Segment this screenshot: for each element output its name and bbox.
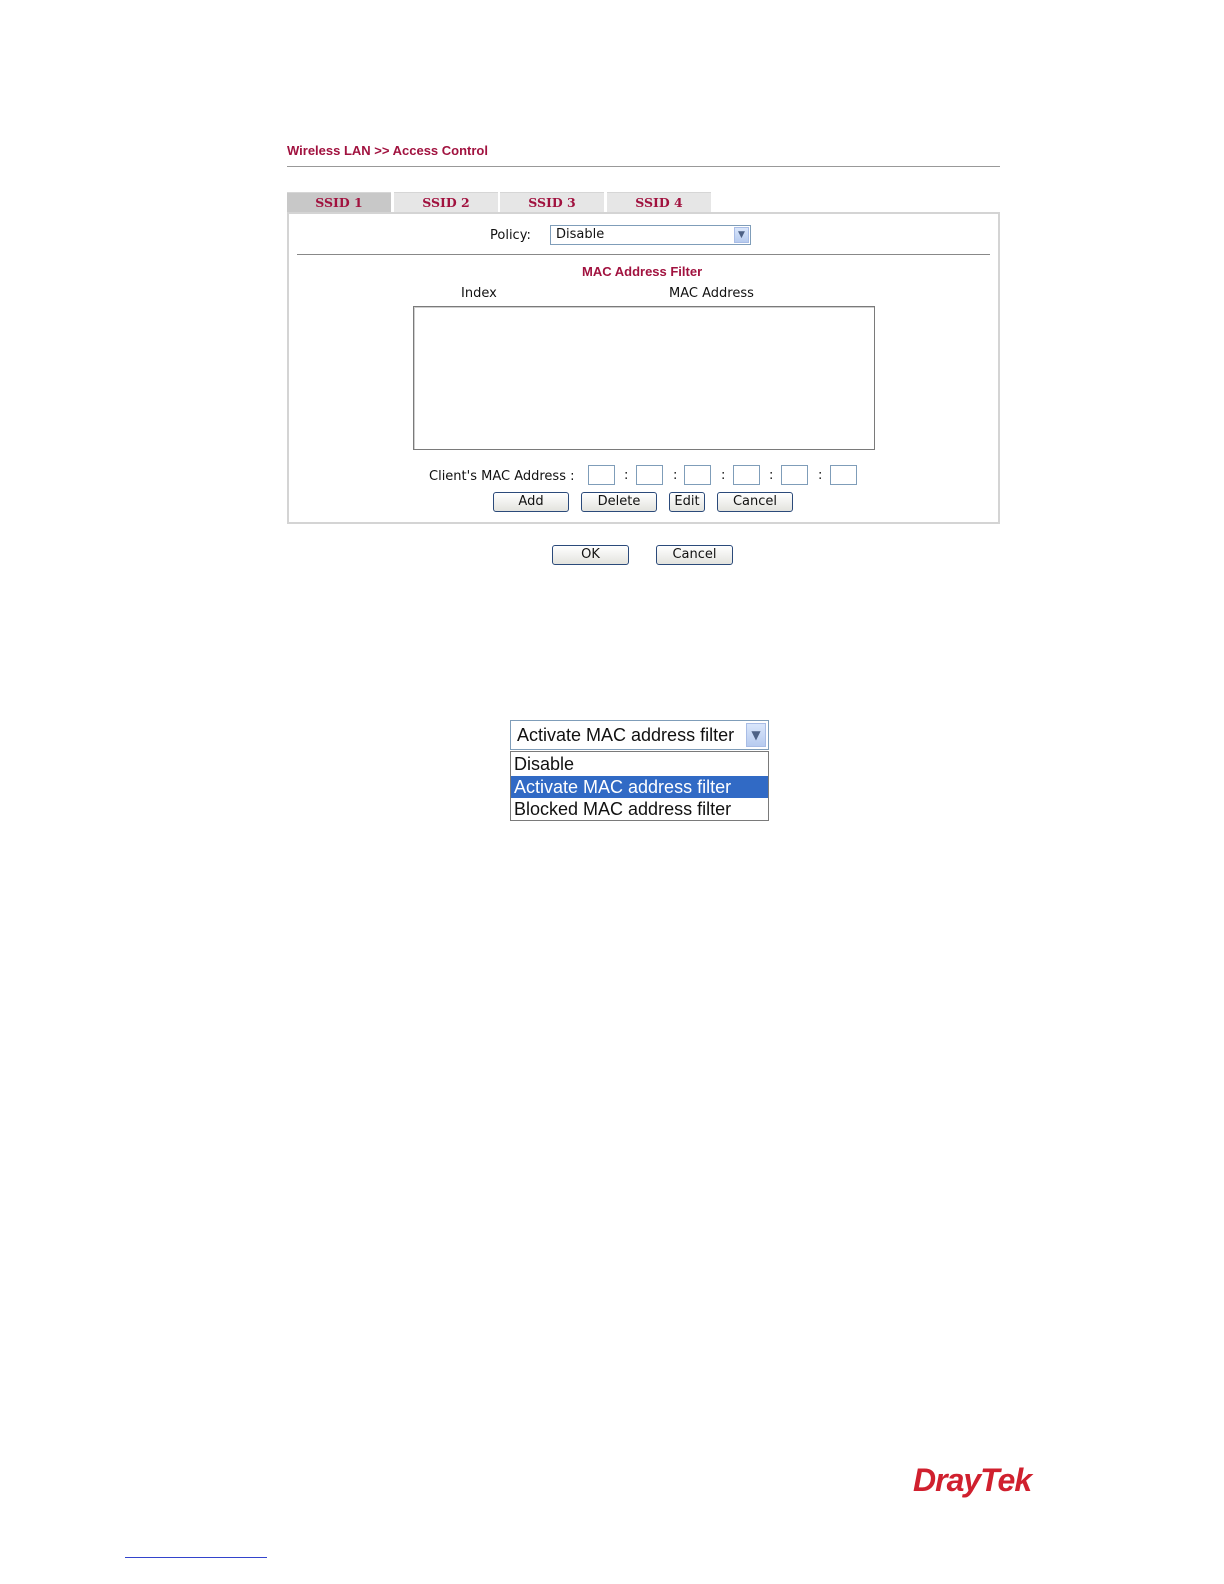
policy-dropdown-list: Disable Activate MAC address filter Bloc… — [510, 751, 769, 821]
mac-separator: : — [721, 468, 726, 483]
tab-ssid-2[interactable]: SSID 2 — [394, 192, 498, 212]
mac-address-column-header: MAC Address — [669, 286, 754, 301]
mac-separator: : — [624, 468, 629, 483]
chevron-down-icon[interactable]: ▼ — [734, 227, 749, 243]
tab-ssid-3[interactable]: SSID 3 — [500, 192, 604, 212]
option-disable[interactable]: Disable — [511, 753, 768, 775]
cancel-button[interactable]: Cancel — [717, 492, 793, 512]
option-activate-mac-filter[interactable]: Activate MAC address filter — [511, 776, 768, 798]
index-column-header: Index — [461, 286, 497, 301]
policy-label: Policy: — [490, 228, 531, 243]
edit-button[interactable]: Edit — [669, 492, 705, 512]
policy-dropdown[interactable]: Activate MAC address filter ▼ — [510, 720, 769, 750]
tab-ssid-4[interactable]: SSID 4 — [607, 192, 711, 212]
policy-select[interactable]: Disable ▼ — [550, 225, 751, 245]
title-divider — [287, 166, 1000, 167]
tab-ssid-1[interactable]: SSID 1 — [287, 192, 391, 212]
mac-separator: : — [818, 468, 823, 483]
mac-octet-5-input[interactable] — [781, 465, 808, 485]
mac-octet-2-input[interactable] — [636, 465, 663, 485]
policy-dropdown-value: Activate MAC address filter — [517, 725, 735, 745]
option-blocked-mac-filter[interactable]: Blocked MAC address filter — [511, 798, 768, 820]
mac-octet-1-input[interactable] — [588, 465, 615, 485]
mac-octet-6-input[interactable] — [830, 465, 857, 485]
mac-filter-title: MAC Address Filter — [582, 264, 703, 279]
mac-octet-4-input[interactable] — [733, 465, 760, 485]
delete-button[interactable]: Delete — [581, 492, 657, 512]
footer-rule — [125, 1557, 267, 1558]
section-divider — [297, 254, 990, 255]
page-cancel-button[interactable]: Cancel — [656, 545, 733, 565]
mac-separator: : — [769, 468, 774, 483]
add-button[interactable]: Add — [493, 492, 569, 512]
ok-button[interactable]: OK — [552, 545, 629, 565]
breadcrumb: Wireless LAN >> Access Control — [287, 143, 488, 158]
chevron-down-icon[interactable]: ▼ — [746, 723, 766, 747]
client-mac-label: Client's MAC Address : — [429, 469, 575, 484]
policy-select-value: Disable — [556, 227, 605, 242]
mac-address-list[interactable] — [413, 306, 875, 450]
mac-octet-3-input[interactable] — [684, 465, 711, 485]
draytek-logo: DrayTek — [913, 1462, 1032, 1498]
mac-separator: : — [673, 468, 678, 483]
